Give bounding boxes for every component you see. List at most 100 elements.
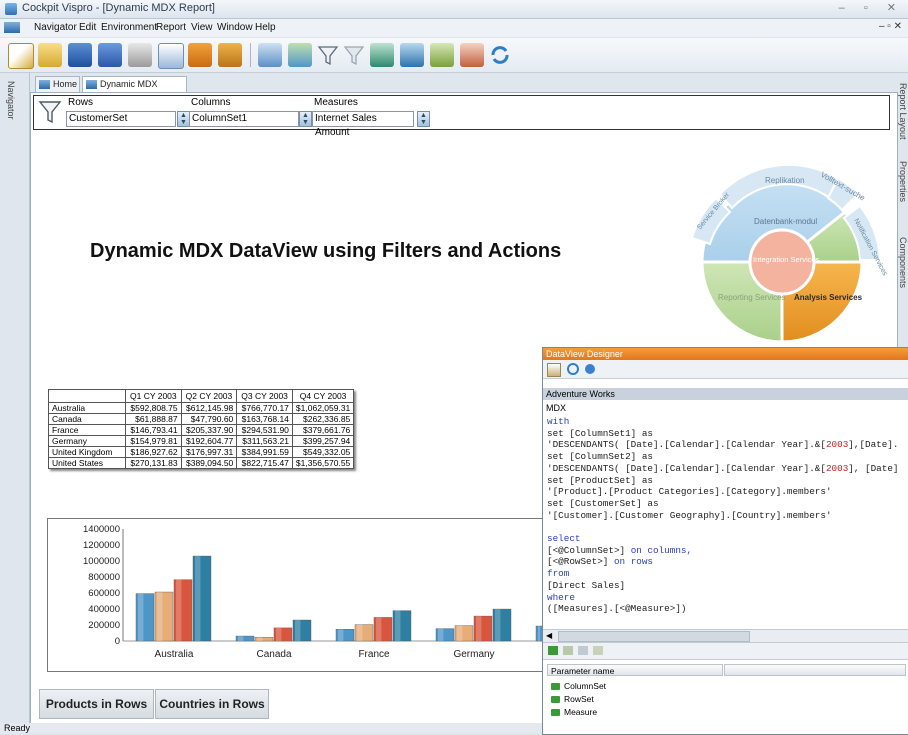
save-all-icon[interactable] [98, 43, 122, 67]
row-header[interactable]: United States [48, 457, 126, 469]
pivot-icon[interactable] [430, 43, 454, 67]
properties-tab[interactable]: Properties [898, 161, 908, 202]
columns-spinner[interactable]: ▲ ▼ [299, 111, 312, 127]
filter-icon[interactable] [316, 43, 340, 67]
table-cell[interactable]: $1,356,570.55 [291, 457, 355, 469]
table-cell[interactable]: $146,793.41 [125, 424, 182, 436]
edit-parameter-icon[interactable] [578, 646, 588, 655]
table-cell[interactable]: $47,790.60 [180, 413, 238, 425]
parameter-name-header[interactable]: Parameter name [547, 664, 723, 676]
app-icon [5, 3, 17, 15]
dataview-icon[interactable] [258, 43, 282, 67]
table-cell[interactable]: $262,336.85 [291, 413, 355, 425]
column-header[interactable]: Q4 CY 2003 [291, 389, 355, 403]
preview-icon[interactable] [158, 43, 184, 69]
column-header[interactable]: Q1 CY 2003 [125, 389, 182, 403]
table-cell[interactable]: $294,531.90 [236, 424, 293, 436]
filter-clear-icon[interactable] [342, 43, 366, 67]
parameter-item[interactable]: ColumnSet [551, 681, 606, 692]
mdx-editor[interactable]: with set [ColumnSet1] as 'DESCENDANTS( [Da… [547, 416, 907, 628]
tab-dynamic-mdx-report[interactable]: Dynamic MDX Report [82, 76, 187, 104]
column-header[interactable]: Q2 CY 2003 [180, 389, 238, 403]
rows-select[interactable]: CustomerSet [66, 111, 176, 127]
row-header[interactable]: United Kingdom [48, 446, 126, 458]
menu-navigator[interactable]: Navigator [34, 22, 77, 33]
mdi-controls[interactable]: – ▫ ✕ [879, 21, 902, 32]
export-icon[interactable] [188, 43, 212, 67]
table-cell[interactable]: $399,257.94 [291, 435, 355, 447]
components-tab[interactable]: Components [898, 237, 908, 288]
menu-view[interactable]: View [191, 22, 213, 33]
window-controls[interactable]: – ▫ ✕ [839, 1, 904, 14]
open-icon[interactable] [38, 43, 62, 67]
bar-highlight [176, 579, 182, 641]
table-cell[interactable]: $379,661.76 [291, 424, 355, 436]
tab-home[interactable]: Home [35, 76, 80, 92]
table-cell[interactable]: $270,131.83 [125, 457, 182, 469]
measures-select[interactable]: Internet Sales Amount [312, 111, 414, 138]
table-cell[interactable]: $549,332.05 [291, 446, 355, 458]
row-header[interactable]: Australia [48, 402, 126, 414]
report-layout-tab[interactable]: Report Layout [898, 83, 908, 140]
parameter-item[interactable]: RowSet [551, 694, 594, 705]
row-header[interactable]: Germany [48, 435, 126, 447]
mdx-token: [<@RowSet>] [547, 556, 614, 568]
table-cell[interactable]: $1,062,059.31 [291, 402, 355, 414]
table-cell[interactable]: $154,979.81 [125, 435, 182, 447]
row-header[interactable]: France [48, 424, 126, 436]
mdx-line: 'DESCENDANTS( [Date].[Calendar].[Calenda… [547, 463, 907, 475]
countries-in-rows-button[interactable]: Countries in Rows [155, 689, 269, 719]
scroll-thumb[interactable] [558, 631, 750, 642]
measures-spinner[interactable]: ▲ ▼ [417, 111, 430, 127]
horizontal-scrollbar[interactable]: ◀ [543, 629, 908, 643]
mdi-icon[interactable] [4, 22, 20, 33]
refresh-icon[interactable] [567, 363, 579, 375]
print-icon[interactable] [128, 43, 152, 67]
parameter-value-header[interactable] [724, 664, 906, 676]
column-header[interactable]: Q3 CY 2003 [236, 389, 293, 403]
add-parameter-icon[interactable] [548, 646, 558, 655]
table-cell[interactable]: $822,715.47 [236, 457, 293, 469]
diagram-label-analysis: Analysis Services [794, 293, 863, 302]
remove-parameter-icon[interactable] [563, 646, 573, 655]
mdx-line: [Direct Sales] [547, 580, 907, 592]
title-bar: Cockpit Vispro - [Dynamic MDX Report] – … [0, 0, 908, 19]
diagram-label-replikation: Replikation [765, 176, 805, 185]
table-cell[interactable]: $612,145.98 [180, 402, 238, 414]
sync-icon[interactable] [488, 43, 512, 67]
table-cell[interactable]: $176,997.31 [180, 446, 238, 458]
row-header[interactable]: Canada [48, 413, 126, 425]
refresh-data-icon[interactable] [288, 43, 312, 67]
save-icon[interactable] [68, 43, 92, 67]
menu-report[interactable]: Report [156, 22, 186, 33]
properties-icon[interactable] [547, 363, 561, 377]
menu-edit[interactable]: Edit [79, 22, 96, 33]
table-cell[interactable]: $61,888.87 [125, 413, 182, 425]
table-cell[interactable]: $311,563.21 [236, 435, 293, 447]
menu-window[interactable]: Window [217, 22, 253, 33]
columns-select[interactable]: ColumnSet1 [189, 111, 299, 127]
scroll-left-icon[interactable]: ◀ [546, 631, 552, 640]
grid-icon[interactable] [370, 43, 394, 67]
navigator-strip[interactable]: Navigator [0, 73, 30, 723]
menu-help[interactable]: Help [255, 22, 276, 33]
navigator-label[interactable]: Navigator [6, 81, 16, 120]
move-parameter-icon[interactable] [593, 646, 603, 655]
chart-icon[interactable] [400, 43, 424, 67]
table-cell[interactable]: $186,927.62 [125, 446, 182, 458]
menu-environment[interactable]: Environment [101, 22, 157, 33]
table-cell[interactable]: $192,604.77 [180, 435, 238, 447]
table-cell[interactable]: $766,770.17 [236, 402, 293, 414]
report-icon[interactable] [460, 43, 484, 67]
table-cell[interactable]: $384,991.59 [236, 446, 293, 458]
products-in-rows-button[interactable]: Products in Rows [39, 689, 154, 719]
new-icon[interactable] [8, 43, 34, 69]
bar-highlight [138, 593, 144, 641]
info-icon[interactable] [585, 364, 595, 374]
parameter-item[interactable]: Measure [551, 707, 597, 718]
table-cell[interactable]: $389,094.50 [180, 457, 238, 469]
table-cell[interactable]: $205,337.90 [180, 424, 238, 436]
table-cell[interactable]: $163,768.14 [236, 413, 293, 425]
package-icon[interactable] [218, 43, 242, 67]
table-cell[interactable]: $592,808.75 [125, 402, 182, 414]
